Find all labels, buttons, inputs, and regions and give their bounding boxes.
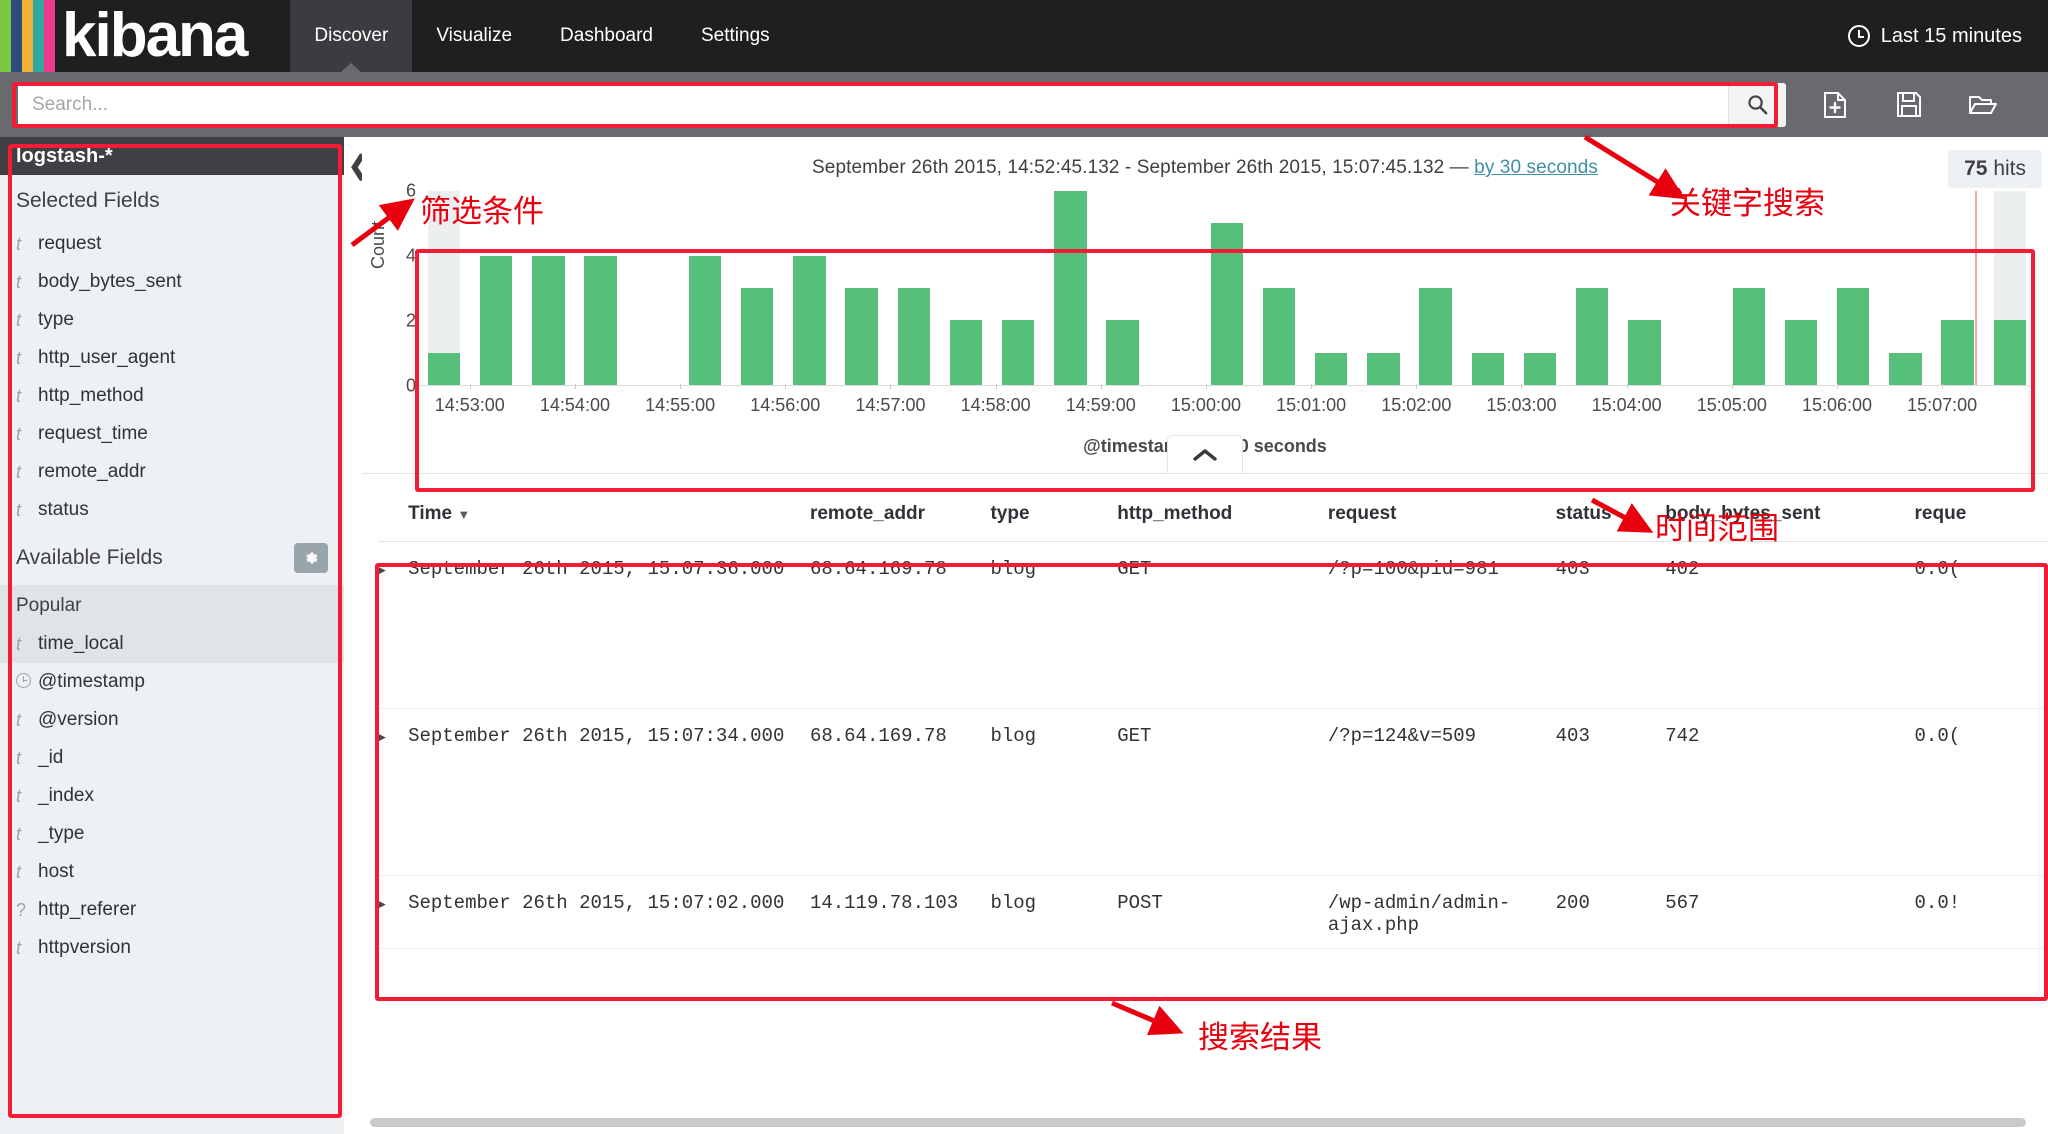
arrow-filter-conditions [350,198,415,248]
arrow-keyword-search [1583,134,1686,200]
arrow-time-range [1590,497,1654,533]
arrow-search-results [1111,1000,1184,1036]
annotation-label-keyword-search: 关键字搜索 [1670,186,1825,222]
annotation-label-time-range: 时间范围 [1655,511,1779,547]
annotation-arrows [350,134,1686,1036]
kibana-discover-page: kibana Discover Visualize Dashboard Sett… [0,0,2048,1134]
annotation-label-search-results: 搜索结果 [1198,1020,1322,1056]
annotation-label-filter-conditions: 筛选条件 [420,194,544,230]
